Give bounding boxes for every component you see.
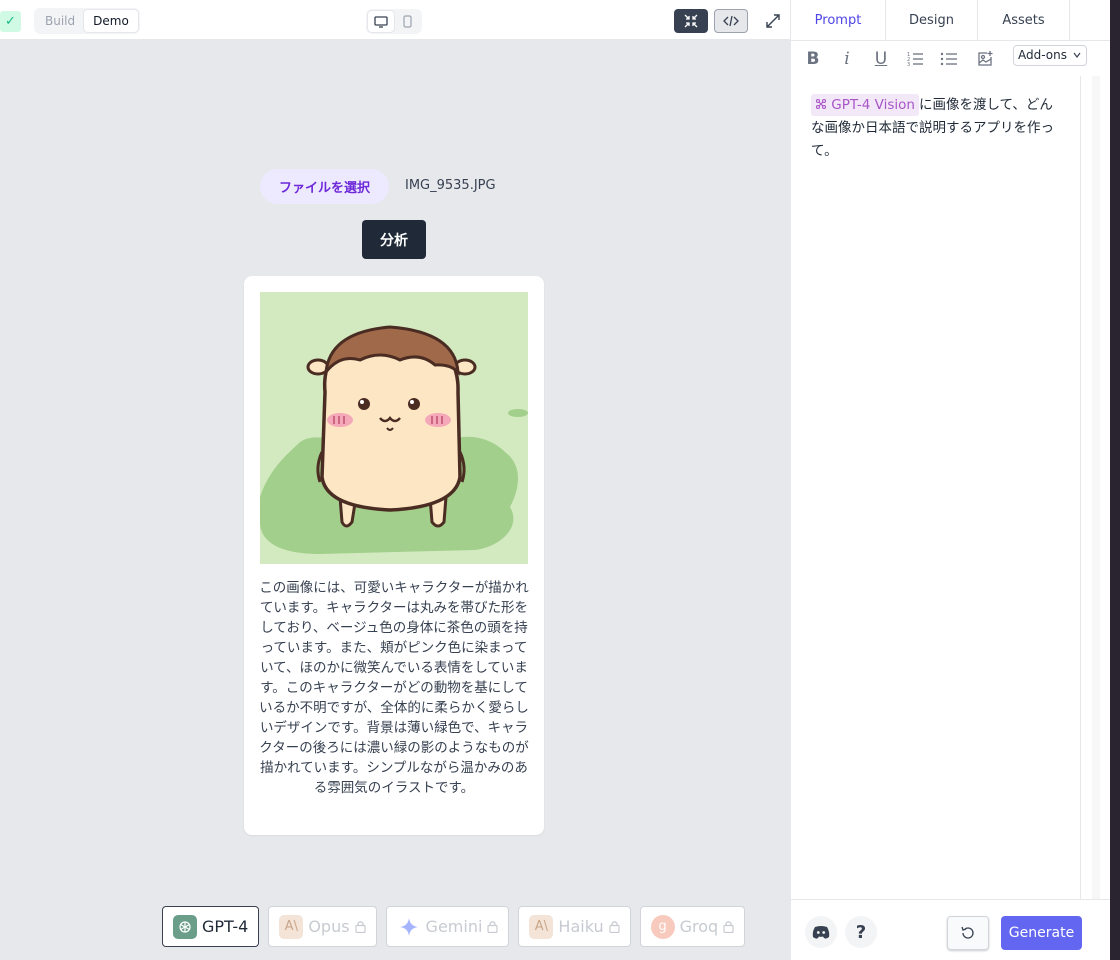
collapse-icon[interactable]: [674, 9, 708, 33]
openai-icon: [173, 914, 197, 939]
desktop-view-icon[interactable]: [368, 11, 394, 32]
help-icon[interactable]: ?: [845, 916, 877, 948]
gpt4-vision-chip[interactable]: GPT-4 Vision: [811, 94, 919, 116]
bold-icon[interactable]: B: [802, 48, 824, 70]
preview-toolbar: ✓ Build Demo: [0, 0, 790, 40]
model-gpt4-button[interactable]: GPT-4: [162, 906, 260, 947]
discord-icon[interactable]: [805, 916, 837, 948]
model-label: Haiku: [558, 917, 604, 936]
anthropic-icon: A\: [279, 914, 304, 939]
image-description: この画像には、可愛いキャラクターが描かれています。キャラクターは丸みを帯びた形を…: [259, 580, 529, 796]
model-label: Gemini: [425, 917, 483, 936]
analyze-button[interactable]: 分析: [362, 220, 426, 259]
model-label: Opus: [308, 917, 350, 936]
prompt-panel: Prompt Design Assets B i U 123 Add-ons G…: [790, 0, 1111, 960]
prompt-editor[interactable]: GPT-4 Vision に画像を渡して、どんな画像か日本語で説明するアプリを作っ…: [791, 76, 1081, 899]
device-toggle: [366, 9, 422, 34]
lock-icon: [609, 921, 620, 933]
generate-button[interactable]: Generate: [1001, 916, 1082, 950]
svg-text:3: 3: [907, 62, 910, 67]
mode-demo-button[interactable]: Demo: [84, 10, 138, 32]
tab-assets[interactable]: Assets: [978, 0, 1070, 41]
bullet-list-icon[interactable]: [938, 48, 960, 70]
uploaded-image: [260, 292, 528, 564]
gemini-icon: [397, 915, 421, 939]
expand-icon[interactable]: [756, 9, 790, 33]
undo-icon: [961, 926, 974, 939]
reset-button[interactable]: [947, 916, 989, 950]
command-icon: [815, 98, 827, 110]
prompt-content: GPT-4 Vision に画像を渡して、どんな画像か日本語で説明するアプリを作っ…: [811, 94, 1065, 163]
scrollbar[interactable]: [1092, 76, 1100, 899]
model-label: Groq: [679, 917, 719, 936]
status-check-icon: ✓: [0, 11, 21, 32]
italic-icon[interactable]: i: [836, 48, 858, 70]
file-select-button[interactable]: ファイルを選択: [260, 169, 389, 204]
panel-tabs: Prompt Design Assets: [791, 0, 1111, 41]
underline-icon[interactable]: U: [870, 48, 892, 70]
mode-toggle: Build Demo: [34, 8, 140, 34]
addons-dropdown[interactable]: Add-ons: [1013, 45, 1087, 66]
mobile-view-icon[interactable]: [394, 11, 420, 32]
mode-build-button[interactable]: Build: [36, 10, 84, 32]
model-label: GPT-4: [202, 917, 249, 936]
model-gemini-button[interactable]: Gemini: [385, 906, 510, 947]
lock-icon: [354, 921, 366, 933]
result-card: この画像には、可愛いキャラクターが描かれています。キャラクターは丸みを帯びた形を…: [244, 276, 544, 835]
model-selector: GPT-4 A\ Opus Gemini A\ Haiku g Groq: [162, 906, 746, 948]
lock-icon: [487, 921, 499, 933]
selected-file-name: IMG_9535.JPG: [405, 178, 496, 193]
tab-design[interactable]: Design: [886, 0, 978, 41]
window-edge: [1110, 0, 1120, 960]
insert-image-icon[interactable]: [974, 48, 996, 70]
tab-prompt[interactable]: Prompt: [791, 0, 886, 41]
anthropic-icon: A\: [529, 914, 554, 939]
lock-icon: [723, 921, 734, 933]
code-view-icon[interactable]: [714, 9, 748, 33]
groq-icon: g: [650, 914, 675, 939]
chip-label: GPT-4 Vision: [831, 97, 915, 113]
ordered-list-icon[interactable]: 123: [904, 48, 926, 70]
model-opus-button[interactable]: A\ Opus: [268, 906, 377, 947]
model-haiku-button[interactable]: A\ Haiku: [518, 906, 631, 947]
model-groq-button[interactable]: g Groq: [639, 906, 746, 947]
panel-footer: ? Generate: [791, 899, 1111, 960]
addons-label: Add-ons: [1018, 48, 1067, 62]
chevron-down-icon: [1073, 52, 1081, 58]
